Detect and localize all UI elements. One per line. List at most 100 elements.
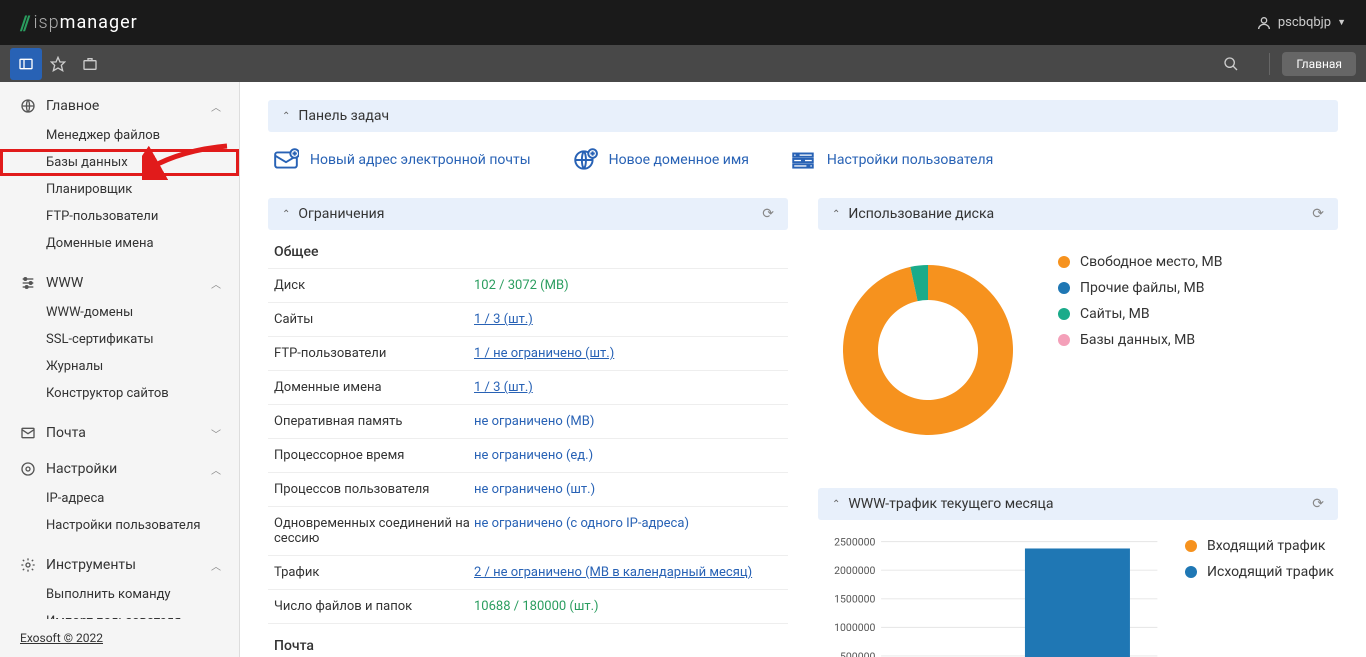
secondary-bar: Главная	[0, 45, 1366, 82]
sidebar-item-databases[interactable]: Базы данных	[0, 149, 239, 176]
svg-text:2500000: 2500000	[834, 535, 875, 548]
legend-dot-icon	[1185, 566, 1197, 578]
limit-value[interactable]: 1 / 3 (шт.)	[474, 312, 533, 327]
gear-icon	[18, 557, 38, 573]
refresh-icon[interactable]: ⟳	[1312, 206, 1324, 222]
legend-label: Входящий трафик	[1207, 538, 1325, 554]
limit-value[interactable]: 1 / не ограничено (шт.)	[474, 346, 614, 361]
quick-action-label: Новое доменное имя	[609, 152, 749, 168]
panel-header-tasks[interactable]: ⌃ Панель задач	[268, 100, 1338, 132]
chevron-up-icon: ︿	[211, 99, 221, 114]
search-icon[interactable]	[1215, 48, 1247, 80]
sidebar-item-run-command[interactable]: Выполнить команду	[0, 581, 239, 608]
sidebar-item-user-settings[interactable]: Настройки пользователя	[0, 512, 239, 539]
limits-section-general: Общее	[268, 230, 788, 268]
limit-label: FTP-пользователи	[274, 346, 474, 361]
user-settings-icon	[789, 146, 817, 174]
limit-label: Доменные имена	[274, 380, 474, 395]
chevron-up-icon: ︿	[211, 462, 221, 477]
limit-value[interactable]: 2 / не ограничено (МВ в календарный меся…	[474, 565, 752, 580]
panel-header-disk[interactable]: ⌃ Использование диска ⟳	[818, 198, 1338, 230]
legend-label: Свободное место, МВ	[1080, 254, 1222, 270]
breadcrumb[interactable]: Главная	[1282, 52, 1356, 76]
nav-group-label: Инструменты	[46, 557, 136, 573]
legend-dot-icon	[1058, 334, 1070, 346]
limits-section-mail: Почта	[268, 623, 788, 657]
limit-label: Процессов пользователя	[274, 482, 474, 497]
chevron-up-icon: ︿	[211, 276, 221, 291]
limit-label: Сайты	[274, 312, 474, 327]
nav-group-label: Почта	[46, 425, 86, 441]
quick-action-new-email[interactable]: Новый адрес электронной почты	[272, 146, 531, 174]
legend-item: Сайты, МВ	[1058, 306, 1222, 322]
chevron-down-icon: ﹀	[211, 426, 221, 441]
panel-header-limits[interactable]: ⌃ Ограничения ⟳	[268, 198, 788, 230]
sidebar-item-ftp-users[interactable]: FTP-пользователи	[0, 203, 239, 230]
briefcase-icon[interactable]	[74, 48, 106, 80]
limit-row: Трафик2 / не ограничено (МВ в календарны…	[268, 555, 788, 589]
limit-value: не ограничено (с одного IP-адреса)	[474, 516, 689, 546]
legend-dot-icon	[1058, 256, 1070, 268]
footer-link[interactable]: Exosoft © 2022	[20, 631, 103, 645]
limit-value[interactable]: 1 / 3 (шт.)	[474, 380, 533, 395]
sidebar-footer: Exosoft © 2022	[0, 619, 239, 657]
user-icon	[1256, 15, 1272, 31]
favorite-icon[interactable]	[42, 48, 74, 80]
sidebar-item-files[interactable]: Менеджер файлов	[0, 122, 239, 149]
panel-title: Панель задач	[298, 108, 389, 124]
legend-label: Базы данных, МВ	[1080, 332, 1195, 348]
svg-text:500000: 500000	[840, 650, 875, 657]
brand-text: ispmanager	[34, 12, 138, 33]
nav-group-mail[interactable]: Почта ﹀	[0, 417, 239, 449]
sidebar-item-site-builder[interactable]: Конструктор сайтов	[0, 380, 239, 407]
limit-label: Трафик	[274, 565, 474, 580]
nav-group-label: WWW	[46, 275, 83, 291]
sidebar: Главное ︿ Менеджер файлов Базы данных Пл…	[0, 82, 240, 657]
limit-row: Число файлов и папок10688 / 180000 (шт.)	[268, 589, 788, 623]
nav-group-www[interactable]: WWW ︿	[0, 267, 239, 299]
caret-icon: ⌃	[282, 209, 290, 220]
legend-item: Базы данных, МВ	[1058, 332, 1222, 348]
svg-text:2000000: 2000000	[834, 564, 875, 577]
panel-header-traffic[interactable]: ⌃ WWW-трафик текущего месяца ⟳	[818, 488, 1338, 520]
sidebar-item-domain-names[interactable]: Доменные имена	[0, 230, 239, 257]
limit-row: Сайты1 / 3 (шт.)	[268, 302, 788, 336]
refresh-icon[interactable]: ⟳	[762, 206, 774, 222]
limit-value: 10688 / 180000 (шт.)	[474, 599, 599, 614]
quick-action-label: Новый адрес электронной почты	[310, 152, 531, 168]
logo-slashes-icon: //	[20, 11, 29, 35]
username-label: pscbqbjp	[1278, 15, 1331, 30]
limit-row: FTP-пользователи1 / не ограничено (шт.)	[268, 336, 788, 370]
sidebar-item-ssl[interactable]: SSL-сертификаты	[0, 326, 239, 353]
nav-group-main[interactable]: Главное ︿	[0, 90, 239, 122]
toolbar-divider	[1269, 53, 1270, 75]
chevron-up-icon: ︿	[211, 558, 221, 573]
quick-action-new-domain[interactable]: Новое доменное имя	[571, 146, 749, 174]
limit-row: Процессорное времяне ограничено (ед.)	[268, 438, 788, 472]
legend-item: Исходящий трафик	[1185, 564, 1334, 580]
limit-value: не ограничено (шт.)	[474, 482, 595, 497]
caret-icon: ⌃	[832, 499, 840, 510]
sidebar-item-ip-addresses[interactable]: IP-адреса	[0, 485, 239, 512]
panel-title: Использование диска	[848, 206, 994, 222]
limit-row: Доменные имена1 / 3 (шт.)	[268, 370, 788, 404]
nav-group-tools[interactable]: Инструменты ︿	[0, 549, 239, 581]
sidebar-item-logs[interactable]: Журналы	[0, 353, 239, 380]
legend-label: Исходящий трафик	[1207, 564, 1334, 580]
limit-row: Оперативная памятьне ограничено (MB)	[268, 404, 788, 438]
legend-label: Сайты, МВ	[1080, 306, 1150, 322]
limit-label: Оперативная память	[274, 414, 474, 429]
quick-action-user-settings[interactable]: Настройки пользователя	[789, 146, 993, 174]
nav-group-settings[interactable]: Настройки ︿	[0, 453, 239, 485]
sidebar-item-www-domains[interactable]: WWW-домены	[0, 299, 239, 326]
sidebar-item-scheduler[interactable]: Планировщик	[0, 176, 239, 203]
limit-label: Диск	[274, 278, 474, 293]
user-menu[interactable]: pscbqbjp ▼	[1256, 15, 1346, 31]
sidebar-toggle-icon[interactable]	[10, 48, 42, 80]
sidebar-item-import-user[interactable]: Импорт пользователя	[0, 608, 239, 619]
limit-value: 102 / 3072 (МВ)	[474, 278, 569, 293]
caret-icon: ⌃	[282, 111, 290, 122]
refresh-icon[interactable]: ⟳	[1312, 496, 1324, 512]
legend-dot-icon	[1058, 308, 1070, 320]
nav-group-label: Главное	[46, 98, 99, 114]
